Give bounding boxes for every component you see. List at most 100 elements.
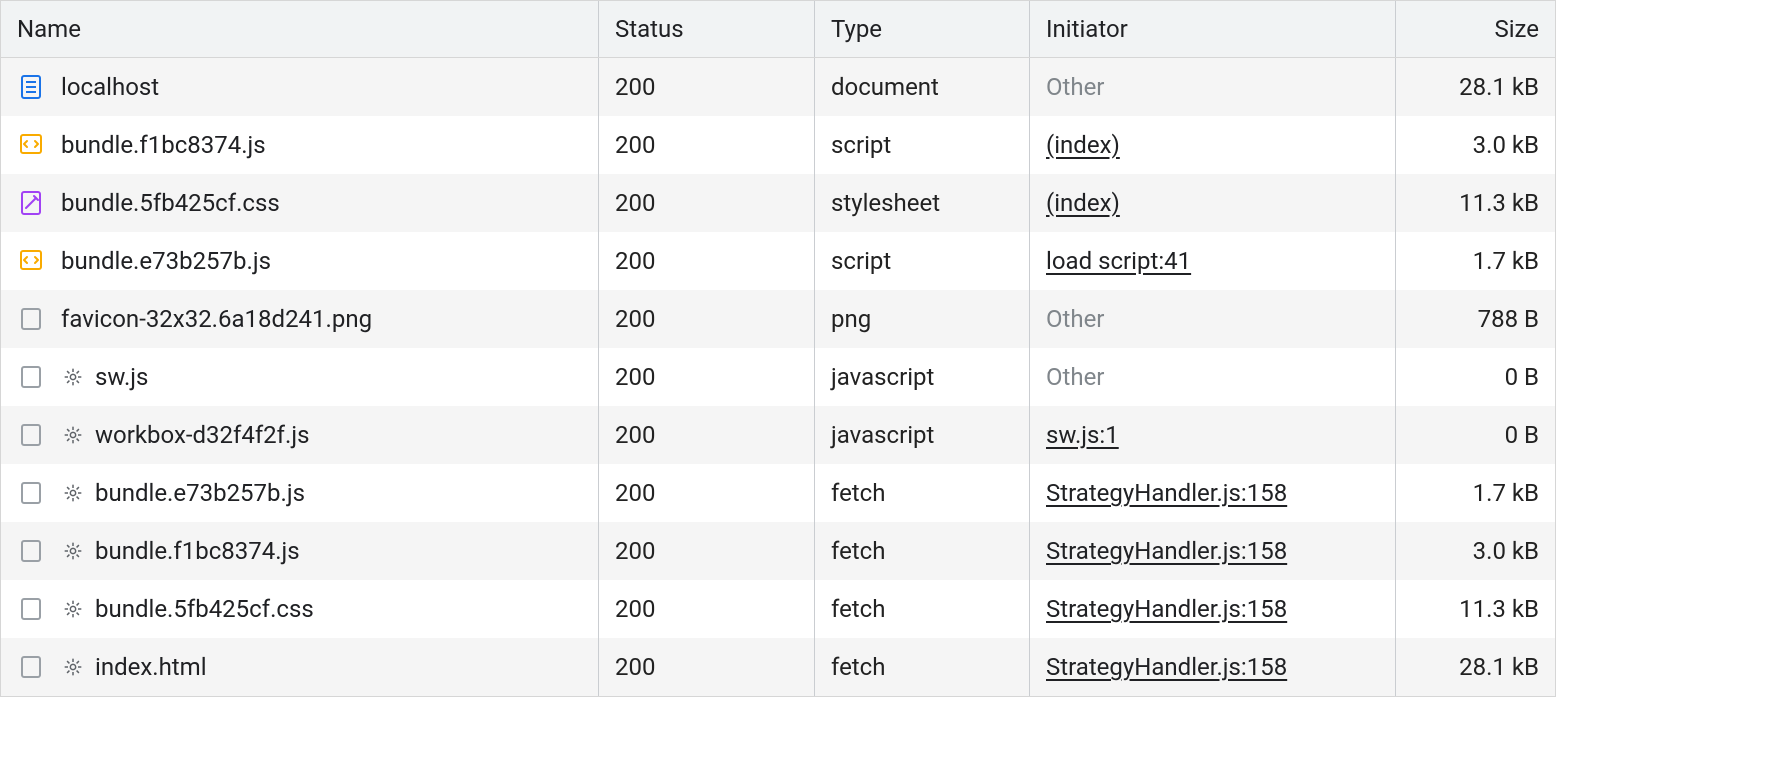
generic-file-icon	[17, 479, 45, 507]
cell-name[interactable]: bundle.e73b257b.js	[1, 232, 599, 290]
service-worker-gear-icon	[61, 481, 85, 505]
cell-name[interactable]: bundle.f1bc8374.js	[1, 116, 599, 174]
cell-initiator[interactable]: sw.js:1	[1030, 406, 1396, 464]
cell-initiator[interactable]: StrategyHandler.js:158	[1030, 580, 1396, 638]
request-name: bundle.e73b257b.js	[95, 479, 305, 507]
cell-initiator[interactable]: (index)	[1030, 174, 1396, 232]
column-header-type[interactable]: Type	[815, 1, 1030, 57]
generic-file-icon	[17, 363, 45, 391]
initiator-link[interactable]: StrategyHandler.js:158	[1046, 537, 1287, 565]
cell-type: png	[815, 290, 1030, 348]
cell-name[interactable]: sw.js	[1, 348, 599, 406]
cell-size: 28.1 kB	[1396, 638, 1555, 696]
cell-name[interactable]: favicon-32x32.6a18d241.png	[1, 290, 599, 348]
table-row[interactable]: favicon-32x32.6a18d241.png 200png Other 788…	[1, 290, 1555, 348]
initiator-link[interactable]: sw.js:1	[1046, 421, 1119, 449]
cell-initiator[interactable]: StrategyHandler.js:158	[1030, 638, 1396, 696]
cell-type: script	[815, 116, 1030, 174]
service-worker-gear-icon	[61, 539, 85, 563]
table-row[interactable]: bundle.5fb425cf.css200fetch StrategyHandl…	[1, 580, 1555, 638]
table-row[interactable]: bundle.5fb425cf.css 200stylesheet (index) 1…	[1, 174, 1555, 232]
table-row[interactable]: workbox-d32f4f2f.js200javascript sw.js:1 0…	[1, 406, 1555, 464]
initiator-text: Other	[1046, 363, 1104, 391]
initiator-text: Other	[1046, 305, 1104, 333]
initiator-link[interactable]: StrategyHandler.js:158	[1046, 479, 1287, 507]
cell-type: fetch	[815, 522, 1030, 580]
request-name: favicon-32x32.6a18d241.png	[61, 305, 372, 333]
cell-name[interactable]: workbox-d32f4f2f.js	[1, 406, 599, 464]
table-row[interactable]: bundle.f1bc8374.js 200script (index) 3.0 kB	[1, 116, 1555, 174]
cell-name[interactable]: bundle.5fb425cf.css	[1, 174, 599, 232]
cell-size: 3.0 kB	[1396, 116, 1555, 174]
cell-initiator[interactable]: (index)	[1030, 116, 1396, 174]
initiator-link[interactable]: (index)	[1046, 131, 1120, 159]
initiator-link[interactable]: (index)	[1046, 189, 1120, 217]
network-table: Name Status Type Initiator Size localhos…	[0, 0, 1556, 697]
initiator-link[interactable]: StrategyHandler.js:158	[1046, 653, 1287, 681]
request-name: bundle.5fb425cf.css	[61, 189, 280, 217]
table-row[interactable]: index.html200fetchStrategyHandler.js:158…	[1, 638, 1555, 696]
initiator-link[interactable]: StrategyHandler.js:158	[1046, 595, 1287, 623]
cell-type: fetch	[815, 638, 1030, 696]
cell-size: 3.0 kB	[1396, 522, 1555, 580]
cell-type: fetch	[815, 464, 1030, 522]
request-name: index.html	[95, 653, 207, 681]
script-file-icon	[17, 247, 45, 275]
cell-name[interactable]: bundle.e73b257b.js	[1, 464, 599, 522]
request-name: bundle.f1bc8374.js	[95, 537, 300, 565]
request-name: bundle.e73b257b.js	[61, 247, 271, 275]
cell-type: javascript	[815, 406, 1030, 464]
generic-file-icon	[17, 595, 45, 623]
cell-initiator[interactable]: load script:41	[1030, 232, 1396, 290]
stylesheet-file-icon	[17, 189, 45, 217]
cell-name[interactable]: index.html	[1, 638, 599, 696]
cell-type: stylesheet	[815, 174, 1030, 232]
column-header-initiator[interactable]: Initiator	[1030, 1, 1396, 57]
cell-size: 788 B	[1396, 290, 1555, 348]
cell-name[interactable]: localhost	[1, 58, 599, 116]
generic-file-icon	[17, 421, 45, 449]
cell-type: fetch	[815, 580, 1030, 638]
column-header-status[interactable]: Status	[599, 1, 815, 57]
cell-size: 28.1 kB	[1396, 58, 1555, 116]
column-header-size[interactable]: Size	[1396, 1, 1555, 57]
cell-name[interactable]: bundle.5fb425cf.css	[1, 580, 599, 638]
service-worker-gear-icon	[61, 365, 85, 389]
cell-initiator: Other	[1030, 290, 1396, 348]
cell-name[interactable]: bundle.f1bc8374.js	[1, 522, 599, 580]
request-name: sw.js	[95, 363, 148, 391]
cell-size: 11.3 kB	[1396, 580, 1555, 638]
cell-size: 0 B	[1396, 348, 1555, 406]
request-name: bundle.f1bc8374.js	[61, 131, 266, 159]
cell-initiator[interactable]: StrategyHandler.js:158	[1030, 464, 1396, 522]
table-row[interactable]: bundle.e73b257b.js 200fetch StrategyHandle…	[1, 464, 1555, 522]
cell-status: 200	[599, 58, 815, 116]
generic-file-icon	[17, 305, 45, 333]
table-row[interactable]: bundle.e73b257b.js200scriptload script:4…	[1, 232, 1555, 290]
request-name: localhost	[61, 73, 159, 101]
service-worker-gear-icon	[61, 597, 85, 621]
cell-status: 200	[599, 116, 815, 174]
table-row[interactable]: localhost200documentOther28.1 kB	[1, 58, 1555, 116]
document-file-icon	[17, 73, 45, 101]
cell-status: 200	[599, 174, 815, 232]
generic-file-icon	[17, 537, 45, 565]
cell-status: 200	[599, 464, 815, 522]
column-header-name[interactable]: Name	[1, 1, 599, 57]
initiator-link[interactable]: load script:41	[1046, 247, 1191, 275]
generic-file-icon	[17, 653, 45, 681]
cell-size: 11.3 kB	[1396, 174, 1555, 232]
cell-status: 200	[599, 406, 815, 464]
script-file-icon	[17, 131, 45, 159]
table-row[interactable]: bundle.f1bc8374.js200fetchStrategyHandle…	[1, 522, 1555, 580]
cell-status: 200	[599, 348, 815, 406]
cell-initiator[interactable]: StrategyHandler.js:158	[1030, 522, 1396, 580]
cell-status: 200	[599, 580, 815, 638]
table-row[interactable]: sw.js200javascriptOther0 B	[1, 348, 1555, 406]
cell-type: document	[815, 58, 1030, 116]
cell-status: 200	[599, 290, 815, 348]
table-header-row: Name Status Type Initiator Size	[1, 1, 1555, 58]
cell-size: 1.7 kB	[1396, 464, 1555, 522]
service-worker-gear-icon	[61, 655, 85, 679]
cell-size: 0 B	[1396, 406, 1555, 464]
